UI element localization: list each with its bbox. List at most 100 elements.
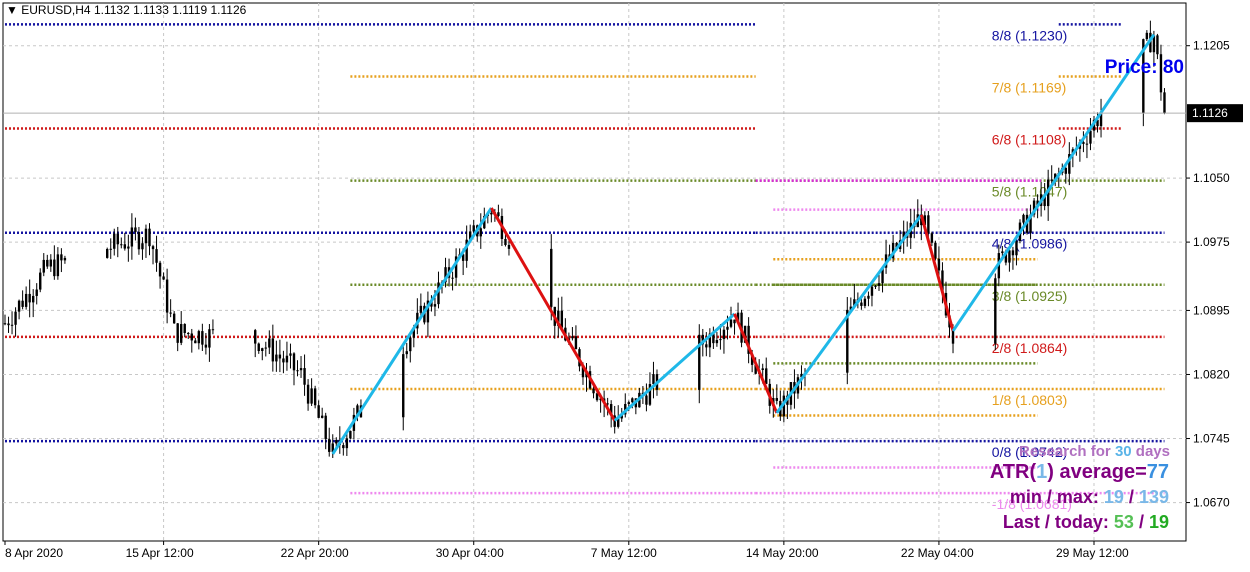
- candle-body: [35, 289, 38, 296]
- candle-body: [479, 228, 482, 237]
- atr-average-value: 77: [1146, 461, 1169, 483]
- y-tick-label: 1.1050: [1193, 171, 1230, 185]
- candle-body: [715, 340, 719, 344]
- minmax-label: min / max:: [1009, 487, 1099, 507]
- candle-body: [261, 348, 264, 352]
- candle-body: [863, 298, 867, 306]
- candle-body: [645, 395, 648, 405]
- candle-body: [285, 355, 289, 363]
- candle-body: [169, 312, 172, 314]
- candle-body: [56, 254, 60, 277]
- candle-body: [194, 340, 197, 344]
- candle-body: [296, 370, 299, 372]
- candle-body: [162, 276, 165, 280]
- candle-body: [937, 258, 941, 271]
- candle-body: [726, 326, 729, 330]
- candle-body: [930, 233, 934, 243]
- candle-body: [201, 331, 204, 345]
- candle-body: [278, 354, 282, 359]
- candle-body: [172, 313, 176, 324]
- candle-body: [3, 323, 7, 325]
- murrey-level-label: 2/8 (1.0864): [992, 340, 1067, 356]
- candle-body: [158, 262, 162, 277]
- candle-body: [934, 242, 937, 259]
- y-tick-label: 1.1205: [1193, 39, 1230, 53]
- candle-body: [1001, 251, 1004, 254]
- candle-body: [1145, 32, 1149, 40]
- candle-body: [123, 244, 127, 249]
- price-readout: Price: 80: [1105, 57, 1184, 79]
- today-value: 19: [1148, 512, 1169, 532]
- candle-body: [874, 285, 877, 287]
- candle-body: [63, 257, 67, 261]
- x-tick-label: 29 May 12:00: [1056, 546, 1129, 560]
- x-tick-label: 22 Apr 20:00: [281, 546, 349, 560]
- last-label: Last / today:: [1002, 512, 1109, 532]
- research-suffix: days: [1135, 443, 1170, 460]
- candle-body: [208, 329, 211, 348]
- candle-body: [592, 388, 595, 394]
- candle-body: [144, 228, 148, 244]
- candle-body: [328, 439, 331, 452]
- candle-body: [303, 368, 306, 385]
- research-prefix: Research for: [1019, 443, 1111, 460]
- candle-body: [1163, 92, 1166, 114]
- candle-body: [571, 336, 574, 339]
- x-tick-label: 14 May 20:00: [746, 546, 819, 560]
- last-value: 53: [1113, 512, 1134, 532]
- candle-body: [729, 319, 733, 327]
- candle-body: [1015, 241, 1018, 256]
- y-tick-label: 1.0670: [1193, 496, 1230, 510]
- candle-body: [39, 272, 42, 290]
- candle-body: [1085, 143, 1089, 145]
- candle-body: [28, 293, 31, 303]
- murrey-level-label: 6/8 (1.1108): [992, 132, 1066, 148]
- atr-suffix: ) average=: [1047, 461, 1147, 483]
- murrey-level-label: 4/8 (1.0986): [992, 236, 1067, 252]
- candle-body: [113, 233, 116, 249]
- candle-body: [860, 302, 863, 306]
- candle-body: [204, 344, 208, 348]
- candle-body: [14, 311, 17, 325]
- candle-body: [765, 368, 768, 384]
- candle-body: [631, 398, 634, 403]
- candle-body: [1008, 250, 1011, 263]
- candle-body: [190, 333, 193, 341]
- candle-body: [148, 228, 151, 247]
- candle-body: [176, 323, 179, 343]
- price-label: Price:: [1104, 57, 1158, 78]
- murrey-level-label: 8/8 (1.1230): [992, 27, 1067, 43]
- atr-average: ATR(1) average=77: [990, 461, 1169, 484]
- candle-body: [53, 259, 56, 277]
- candle-body: [310, 388, 313, 404]
- candle-body: [405, 351, 408, 355]
- y-tick-label: 1.0745: [1193, 432, 1230, 446]
- candle-body: [349, 430, 352, 439]
- candle-body: [31, 295, 35, 303]
- murrey-level-label: 1/8 (1.0803): [992, 392, 1067, 408]
- candle-body: [313, 388, 317, 406]
- ohlc-values: 1.1132 1.1133 1.1119 1.1126: [93, 3, 247, 17]
- candle-body: [49, 259, 53, 267]
- candle-body: [268, 338, 271, 348]
- minmax-sep: /: [1128, 487, 1134, 507]
- candle-body: [180, 324, 183, 343]
- candle-body: [507, 244, 511, 249]
- murrey-level-label: 3/8 (1.0925): [992, 288, 1067, 304]
- candle-body: [127, 246, 130, 249]
- x-tick-label: 22 May 04:00: [901, 546, 974, 560]
- collapse-arrow-icon[interactable]: ▼: [6, 3, 18, 17]
- candle-body: [719, 339, 722, 341]
- candle-body: [550, 248, 553, 307]
- last-sep: /: [1138, 512, 1144, 532]
- candle-body: [137, 231, 141, 250]
- candle-body: [652, 374, 655, 385]
- candle-body: [402, 354, 405, 418]
- x-tick-label: 7 May 12:00: [591, 546, 657, 560]
- candle-body: [870, 286, 874, 296]
- candle-body: [335, 439, 338, 444]
- y-tick-label: 1.0975: [1193, 235, 1230, 249]
- candle-body: [282, 358, 285, 363]
- candle-body: [504, 238, 507, 245]
- candle-body: [60, 254, 63, 261]
